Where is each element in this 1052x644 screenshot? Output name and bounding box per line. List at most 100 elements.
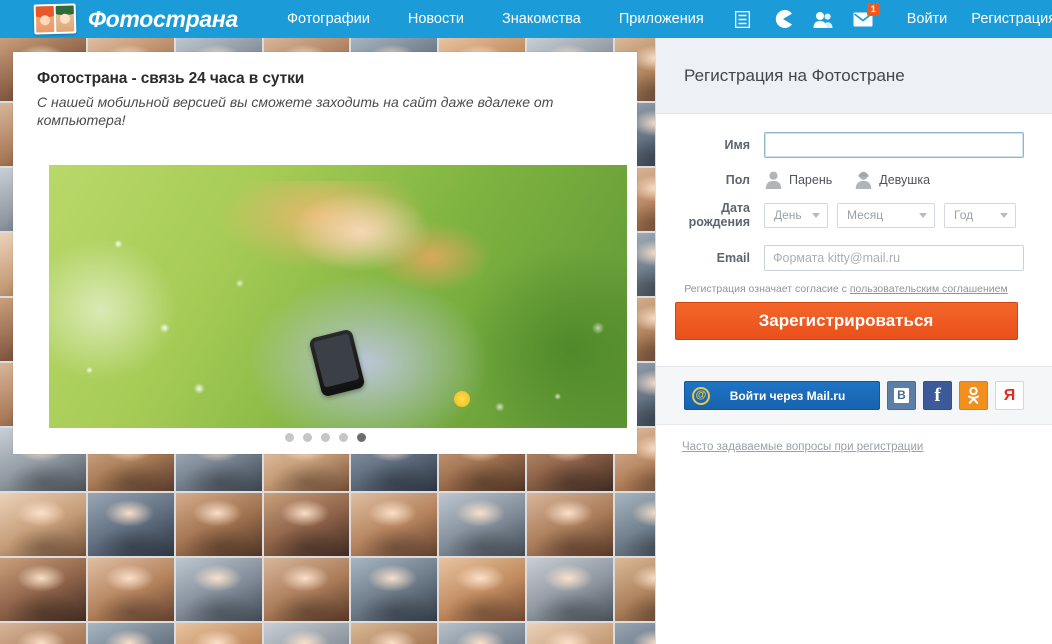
mailru-login-button[interactable]: @ Войти через Mail.ru bbox=[684, 381, 880, 410]
user-agreement-link[interactable]: пользовательским соглашением bbox=[850, 283, 1008, 295]
social-login-strip: @ Войти через Mail.ru B f Я bbox=[656, 366, 1052, 425]
yandex-button[interactable]: Я bbox=[995, 381, 1024, 410]
birth-month-select[interactable]: Месяц bbox=[837, 202, 935, 228]
odnoklassniki-button[interactable] bbox=[959, 381, 988, 410]
mosaic-photo-tile bbox=[263, 623, 350, 644]
carousel-dot-2[interactable] bbox=[302, 433, 312, 442]
carousel-dot-1[interactable] bbox=[284, 433, 294, 442]
nav-apps[interactable]: Приложения bbox=[619, 11, 704, 27]
field-row-name: Имя bbox=[668, 132, 1024, 158]
carousel-dot-4[interactable] bbox=[338, 433, 348, 442]
birth-month-value: Месяц bbox=[847, 208, 884, 222]
mosaic-photo-tile bbox=[0, 493, 86, 556]
registration-form: Имя Пол Парень Девушка Дата рождения Ден… bbox=[656, 114, 1052, 366]
mosaic-photo-tile bbox=[351, 493, 437, 556]
vk-button[interactable]: B bbox=[887, 381, 916, 410]
list-icon[interactable] bbox=[731, 7, 755, 31]
birth-year-select[interactable]: Год bbox=[944, 202, 1016, 228]
nav-photos[interactable]: Фотографии bbox=[287, 11, 370, 27]
chevron-down-icon bbox=[812, 213, 820, 218]
mosaic-photo-tile bbox=[263, 558, 350, 621]
vk-glyph: B bbox=[894, 388, 909, 403]
agreement-text: Регистрация означает согласие с пользова… bbox=[668, 283, 1024, 295]
facebook-glyph: f bbox=[934, 384, 941, 406]
two-portraits-photo-icon bbox=[33, 3, 77, 35]
mosaic-photo-tile bbox=[175, 493, 262, 556]
mailru-login-label: Войти через Mail.ru bbox=[729, 388, 846, 403]
nav-right-cluster: 1 Войти Регистрация bbox=[723, 3, 1052, 31]
promo-banner-panel: Фотострана - связь 24 часа в сутки С наш… bbox=[13, 52, 637, 454]
email-input[interactable] bbox=[764, 245, 1024, 271]
faq-link[interactable]: Часто задаваемые вопросы при регистрации bbox=[682, 441, 923, 453]
birthdate-label: Дата рождения bbox=[668, 201, 764, 229]
mosaic-photo-tile bbox=[351, 623, 437, 644]
agreement-prefix: Регистрация означает согласие с bbox=[684, 283, 850, 295]
yandex-glyph: Я bbox=[1003, 386, 1016, 404]
promo-title: Фотострана - связь 24 часа в сутки bbox=[37, 70, 305, 87]
registration-panel: Регистрация на Фотостране Имя Пол Парень… bbox=[655, 38, 1052, 644]
gender-option-male[interactable]: Парень bbox=[764, 170, 832, 189]
field-row-email: Email bbox=[668, 245, 1024, 271]
facebook-button[interactable]: f bbox=[923, 381, 952, 410]
email-label: Email bbox=[716, 251, 750, 265]
promo-photo[interactable] bbox=[49, 165, 627, 428]
mail-envelope-icon[interactable]: 1 bbox=[851, 3, 880, 31]
top-navigation-bar: Фотострана Фотографии Новости Знакомства… bbox=[0, 0, 1052, 38]
friends-icon[interactable] bbox=[811, 7, 835, 31]
registration-title: Регистрация на Фотостране bbox=[684, 65, 905, 85]
mosaic-photo-tile bbox=[175, 558, 262, 621]
logo-text: Фотострана bbox=[88, 5, 238, 32]
name-input[interactable] bbox=[764, 132, 1024, 158]
mosaic-photo-tile bbox=[439, 623, 525, 644]
primary-nav: Фотографии Новости Знакомства Приложения bbox=[268, 11, 723, 27]
faq-row: Часто задаваемые вопросы при регистрации bbox=[656, 425, 1052, 467]
register-link[interactable]: Регистрация bbox=[971, 11, 1052, 27]
female-avatar-icon bbox=[855, 171, 872, 189]
page-root: Фотострана Фотографии Новости Знакомства… bbox=[0, 0, 1052, 644]
mosaic-photo-tile bbox=[527, 493, 613, 556]
mosaic-photo-tile bbox=[175, 623, 262, 644]
field-row-gender: Пол Парень Девушка bbox=[668, 170, 1024, 189]
carousel-dot-3[interactable] bbox=[320, 433, 330, 442]
gender-female-label: Девушка bbox=[879, 172, 931, 187]
chevron-down-icon bbox=[919, 213, 927, 218]
mosaic-photo-tile bbox=[527, 558, 613, 621]
nav-dating[interactable]: Знакомства bbox=[502, 11, 581, 27]
mosaic-photo-tile bbox=[439, 558, 525, 621]
gender-male-label: Парень bbox=[789, 172, 833, 187]
birth-day-value: День bbox=[774, 208, 802, 222]
mosaic-photo-tile bbox=[0, 558, 86, 621]
submit-registration-button[interactable]: Зарегистрироваться bbox=[674, 302, 1018, 340]
promo-header: Фотострана - связь 24 часа в сутки С наш… bbox=[13, 52, 637, 139]
carousel-dots bbox=[13, 433, 637, 442]
gender-label: Пол bbox=[725, 172, 750, 187]
nav-news[interactable]: Новости bbox=[408, 11, 464, 27]
mosaic-photo-tile bbox=[351, 558, 437, 621]
promo-subtitle: С нашей мобильной версией вы сможете зах… bbox=[37, 94, 554, 128]
registration-header: Регистрация на Фотостране bbox=[656, 38, 1052, 114]
mosaic-photo-tile bbox=[0, 623, 86, 644]
birthdate-label-line1: Дата bbox=[721, 201, 750, 215]
field-row-birthdate: Дата рождения День Месяц Год bbox=[668, 201, 1024, 229]
name-label: Имя bbox=[724, 138, 750, 152]
site-logo[interactable]: Фотострана bbox=[33, 3, 238, 35]
panel-filler bbox=[656, 467, 1052, 607]
chevron-down-icon bbox=[1000, 213, 1008, 218]
unread-count-badge: 1 bbox=[866, 3, 880, 16]
birth-day-select[interactable]: День bbox=[764, 202, 828, 228]
mosaic-photo-tile bbox=[439, 493, 525, 556]
mosaic-photo-tile bbox=[527, 623, 613, 644]
at-sign-icon: @ bbox=[692, 386, 710, 405]
carousel-dot-5[interactable] bbox=[356, 433, 366, 442]
pacman-game-icon[interactable] bbox=[771, 7, 795, 31]
mosaic-photo-tile bbox=[87, 623, 174, 644]
mosaic-photo-tile bbox=[87, 558, 174, 621]
male-avatar-icon bbox=[765, 171, 782, 189]
birth-year-value: Год bbox=[954, 208, 974, 222]
birthdate-label-line2: рождения bbox=[688, 215, 750, 229]
mosaic-photo-tile bbox=[87, 493, 174, 556]
gender-option-female[interactable]: Девушка bbox=[854, 170, 930, 189]
login-link[interactable]: Войти bbox=[907, 11, 948, 27]
odnoklassniki-glyph bbox=[968, 387, 979, 404]
mosaic-photo-tile bbox=[263, 493, 350, 556]
